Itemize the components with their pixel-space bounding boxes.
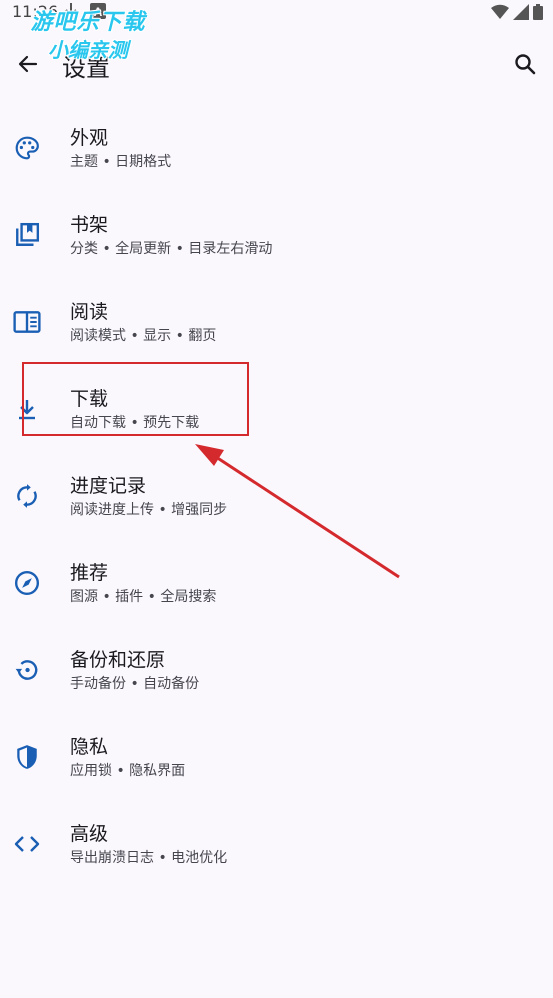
wifi-icon <box>491 4 509 20</box>
item-title: 高级 <box>70 823 109 845</box>
item-subtitle: 应用锁 • 隐私界面 <box>70 763 186 779</box>
settings-item-reader[interactable]: 阅读 阅读模式 • 显示 • 翻页 <box>0 278 553 365</box>
item-title: 备份和还原 <box>70 649 166 671</box>
item-subtitle: 阅读进度上传 • 增强同步 <box>70 502 228 518</box>
battery-icon <box>533 4 543 20</box>
compass-icon <box>13 569 41 597</box>
item-title: 隐私 <box>70 736 109 758</box>
settings-item-browse[interactable]: 推荐 图源 • 插件 • 全局搜索 <box>0 539 553 626</box>
signal-icon <box>513 4 529 20</box>
status-right-icons <box>491 4 543 20</box>
settings-screen: 11:26 A 设置 游吧乐下载 小编亲测 外观 主题 • 日期格式 书架 分类… <box>0 0 553 998</box>
search-button[interactable] <box>507 46 543 82</box>
item-subtitle: 手动备份 • 自动备份 <box>70 676 200 692</box>
palette-icon <box>13 134 41 162</box>
item-title: 书架 <box>70 214 109 236</box>
highlight-box <box>22 362 249 436</box>
watermark-line2: 小编亲测 <box>48 38 128 62</box>
settings-item-library[interactable]: 书架 分类 • 全局更新 • 目录左右滑动 <box>0 191 553 278</box>
watermark-line1: 游吧乐下载 <box>30 10 146 35</box>
search-icon <box>515 54 536 75</box>
item-title: 外观 <box>70 127 109 149</box>
item-subtitle: 主题 • 日期格式 <box>70 154 172 170</box>
item-subtitle: 分类 • 全局更新 • 目录左右滑动 <box>70 241 273 257</box>
item-title: 阅读 <box>70 301 109 323</box>
reader-icon <box>13 308 41 336</box>
settings-item-security[interactable]: 隐私 应用锁 • 隐私界面 <box>0 713 553 800</box>
item-subtitle: 导出崩溃日志 • 电池优化 <box>70 850 228 866</box>
item-subtitle: 图源 • 插件 • 全局搜索 <box>70 589 217 605</box>
sync-icon <box>13 482 41 510</box>
item-title: 进度记录 <box>70 475 147 497</box>
item-subtitle: 阅读模式 • 显示 • 翻页 <box>70 328 217 344</box>
library-icon <box>13 221 41 249</box>
watermark: 游吧乐下载 小编亲测 <box>8 10 168 62</box>
settings-item-appearance[interactable]: 外观 主题 • 日期格式 <box>0 104 553 191</box>
shield-icon <box>13 743 41 771</box>
settings-item-backup[interactable]: 备份和还原 手动备份 • 自动备份 <box>0 626 553 713</box>
settings-list: 外观 主题 • 日期格式 书架 分类 • 全局更新 • 目录左右滑动 阅读 阅读… <box>0 104 553 887</box>
item-title: 推荐 <box>70 562 109 584</box>
code-icon <box>13 830 41 858</box>
settings-item-advanced[interactable]: 高级 导出崩溃日志 • 电池优化 <box>0 800 553 887</box>
backup-restore-icon <box>13 656 41 684</box>
settings-item-tracking[interactable]: 进度记录 阅读进度上传 • 增强同步 <box>0 452 553 539</box>
